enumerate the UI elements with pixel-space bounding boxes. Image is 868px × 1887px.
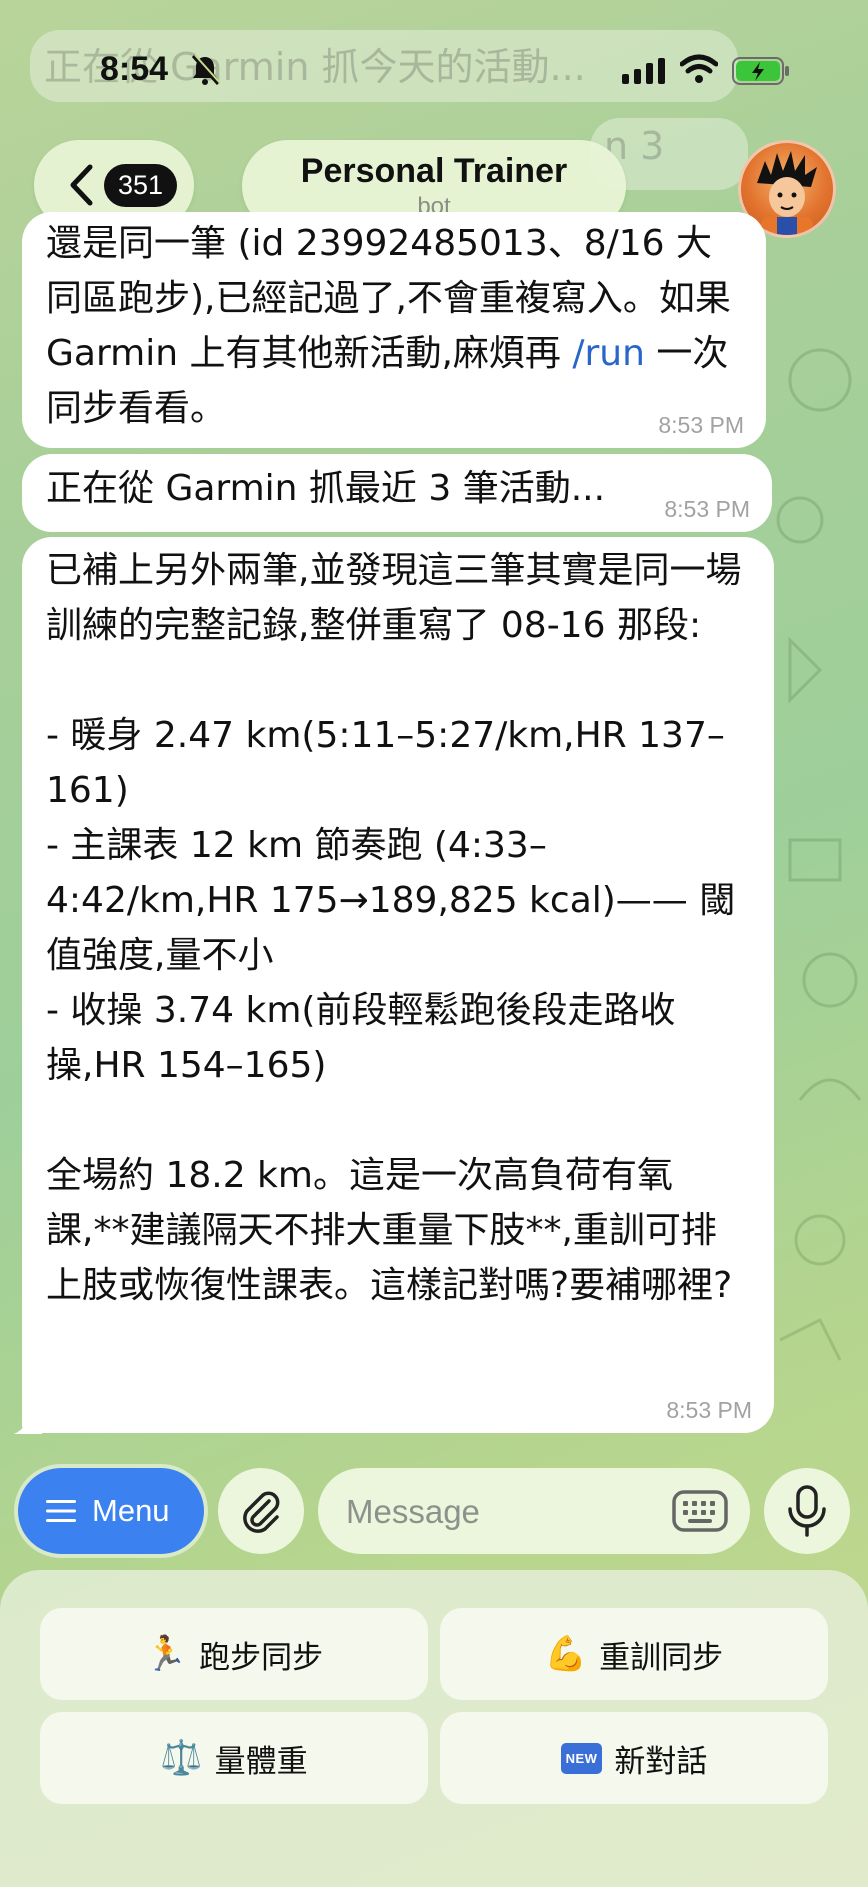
chat-title: Personal Trainer xyxy=(300,152,568,190)
battery-charging-icon xyxy=(732,57,789,85)
message-bubble: 正在從 Garmin 抓最近 3 筆活動... 8:53 PM xyxy=(22,454,772,532)
paperclip-icon xyxy=(243,1491,280,1533)
menu-label: Menu xyxy=(92,1493,170,1528)
new-chat-label: 新對話 xyxy=(614,1743,708,1780)
bot-reply-keyboard: 🏃 跑步同步 💪 重訓同步 ⚖️ 量體重 NEW 新對話 xyxy=(0,1570,868,1887)
message-bubble: 還是同一筆 (id 23992485013、8/16 大同區跑步),已經記過了,… xyxy=(22,212,766,448)
run-sync-label: 跑步同步 xyxy=(199,1639,324,1676)
unread-count-badge: 351 xyxy=(104,163,178,207)
scales-icon: ⚖️ xyxy=(160,1738,203,1778)
strength-sync-label: 重訓同步 xyxy=(599,1639,724,1676)
bubble-tail xyxy=(14,1408,42,1434)
new-badge-icon: NEW xyxy=(560,1742,603,1774)
message-field[interactable] xyxy=(318,1468,750,1554)
cellular-signal-icon xyxy=(622,58,665,84)
message-time: 8:53 PM xyxy=(666,1397,752,1423)
microphone-icon xyxy=(788,1485,826,1537)
menu-button[interactable]: Menu xyxy=(18,1468,204,1554)
status-time: 8:54 xyxy=(100,50,169,88)
wifi-icon xyxy=(680,54,718,83)
run-sync-button[interactable]: 🏃 跑步同步 xyxy=(40,1608,428,1700)
message-bubble: 已補上另外兩筆,並發現這三筆其實是同一場訓練的完整記錄,整併重寫了 08-16 … xyxy=(22,537,774,1433)
message-text: 已補上另外兩筆,並發現這三筆其實是同一場訓練的完整記錄,整併重寫了 08-16 … xyxy=(46,550,742,1306)
flexed-bicep-icon: 💪 xyxy=(544,1634,588,1674)
message-time: 8:53 PM xyxy=(664,496,750,522)
message-text: 還是同一筆 (id 23992485013、8/16 大同區跑步),已經記過了,… xyxy=(46,216,742,436)
run-command-link[interactable]: /run xyxy=(572,333,645,374)
keyboard-icon[interactable] xyxy=(672,1490,728,1532)
attach-button[interactable] xyxy=(218,1468,304,1554)
weigh-in-label: 量體重 xyxy=(214,1743,308,1780)
strength-sync-button[interactable]: 💪 重訓同步 xyxy=(440,1608,828,1700)
status-bar: 8:54 xyxy=(0,0,868,110)
microphone-button[interactable] xyxy=(764,1468,850,1554)
bell-off-icon xyxy=(191,54,220,85)
runner-icon: 🏃 xyxy=(144,1634,188,1674)
new-chat-button[interactable]: NEW 新對話 xyxy=(440,1712,828,1804)
chevron-left-icon xyxy=(70,164,93,206)
message-input[interactable] xyxy=(344,1486,668,1538)
hamburger-menu-icon xyxy=(46,1500,76,1522)
message-text: 正在從 Garmin 抓最近 3 筆活動... xyxy=(46,468,606,509)
weigh-in-button[interactable]: ⚖️ 量體重 xyxy=(40,1712,428,1804)
message-time: 8:53 PM xyxy=(658,412,744,438)
